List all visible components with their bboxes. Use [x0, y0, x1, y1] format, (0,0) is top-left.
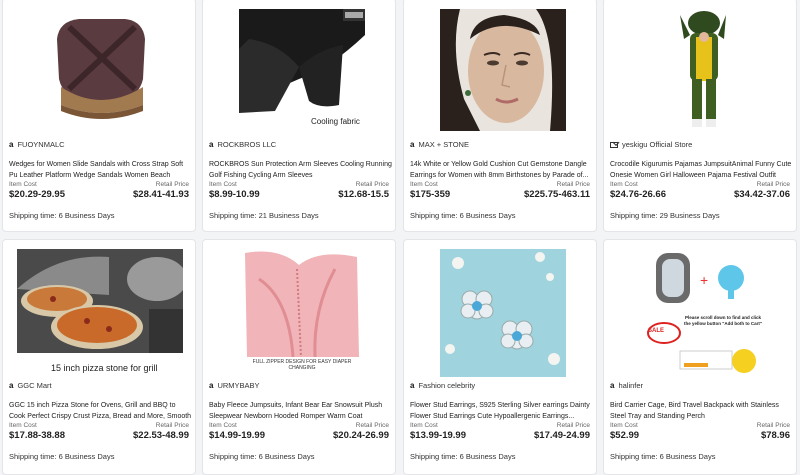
product-card[interactable]: a MAX + STONE 14k White or Yellow Gold C… [403, 0, 597, 232]
retail-price-value: $12.68-15.5 [338, 189, 389, 200]
item-cost-label: Item Cost [209, 181, 237, 188]
product-image[interactable]: Cooling fabric [239, 9, 365, 131]
image-caption: 15 inch pizza stone for grill [51, 363, 158, 373]
item-cost-value: $17.88-38.88 [9, 430, 65, 441]
item-cost-label: Item Cost [610, 422, 638, 429]
store-name: yeskigu Official Store [610, 140, 692, 149]
store-name: a GGC Mart [9, 381, 52, 390]
item-cost-value: $20.29-29.95 [9, 189, 65, 200]
retail-price-label: Retail Price [756, 422, 790, 429]
product-image[interactable] [440, 249, 566, 377]
item-cost-label: Item Cost [410, 181, 438, 188]
shipping-time: Shipping time: 6 Business Days [410, 452, 516, 461]
store-name: a Fashion celebrity [410, 381, 475, 390]
amazon-icon: a [410, 140, 415, 149]
store-label: FUOYNMALC [17, 140, 65, 149]
store-label: GGC Mart [17, 381, 52, 390]
retail-price-value: $78.96 [760, 430, 790, 441]
product-image[interactable] [440, 9, 566, 131]
product-card[interactable]: a Fashion celebrity Flower Stud Earrings… [403, 239, 597, 475]
item-cost-label: Item Cost [410, 422, 438, 429]
retail-price-value: $34.42-37.06 [734, 189, 790, 200]
product-card[interactable]: Cooling fabric a ROCKBROS LLC ROCKBROS S… [202, 0, 396, 232]
item-cost-label: Item Cost [9, 422, 37, 429]
item-cost-value: $52.99 [610, 430, 640, 441]
store-label: Fashion celebrity [418, 381, 476, 390]
store-name: a ROCKBROS LLC [209, 140, 276, 149]
product-title[interactable]: Crocodile Kigurumis Pajamas JumpsuitAnim… [610, 159, 794, 181]
item-cost-value: $8.99-10.99 [209, 189, 260, 200]
product-card[interactable]: a FUOYNMALC Wedges for Women Slide Sanda… [2, 0, 196, 232]
item-cost-label: Item Cost [209, 422, 237, 429]
amazon-icon: a [9, 140, 14, 149]
product-image[interactable] [640, 9, 766, 131]
product-image[interactable] [39, 9, 165, 131]
store-name: a halinfer [610, 381, 643, 390]
product-title[interactable]: Flower Stud Earrings, S925 Sterling Silv… [410, 400, 594, 422]
product-card[interactable]: 15 inch pizza stone for grill a GGC Mart… [2, 239, 196, 475]
mail-icon [610, 141, 618, 148]
product-card[interactable]: yeskigu Official Store Crocodile Kigurum… [603, 0, 797, 232]
retail-price-value: $17.49-24.99 [534, 430, 590, 441]
item-cost-label: Item Cost [9, 181, 37, 188]
store-label: MAX + STONE [418, 140, 469, 149]
item-cost-value: $14.99-19.99 [209, 430, 265, 441]
svg-text:+: + [700, 272, 708, 288]
retail-price-label: Retail Price [756, 181, 790, 188]
amazon-icon: a [209, 381, 214, 390]
store-label: halinfer [618, 381, 644, 390]
product-title[interactable]: Baby Fleece Jumpsuits, Infant Bear Ear S… [209, 400, 393, 422]
retail-price-label: Retail Price [155, 422, 189, 429]
amazon-icon: a [9, 381, 14, 390]
product-grid: a FUOYNMALC Wedges for Women Slide Sanda… [0, 0, 800, 475]
retail-price-label: Retail Price [355, 181, 389, 188]
store-name: a URMYBABY [209, 381, 260, 390]
retail-price-value: $22.53-48.99 [133, 430, 189, 441]
retail-price-label: Retail Price [556, 181, 590, 188]
amazon-icon: a [410, 381, 415, 390]
product-title[interactable]: ROCKBROS Sun Protection Arm Sleeves Cool… [209, 159, 393, 181]
retail-price-label: Retail Price [155, 181, 189, 188]
retail-price-label: Retail Price [556, 422, 590, 429]
image-caption: Cooling fabric [311, 117, 360, 126]
product-image[interactable]: FULL ZIPPER DESIGN FOR EASY DIAPER CHANG… [239, 249, 365, 377]
product-title[interactable]: GGC 15 inch Pizza Stone for Ovens, Grill… [9, 400, 193, 422]
product-image[interactable]: + SALE Please scroll down to find and cl… [640, 249, 766, 377]
item-cost-value: $175-359 [410, 189, 451, 200]
shipping-time: Shipping time: 6 Business Days [610, 452, 716, 461]
image-caption: FULL ZIPPER DESIGN FOR EASY DIAPER CHANG… [252, 359, 352, 371]
item-cost-value: $13.99-19.99 [410, 430, 466, 441]
item-cost-value: $24.76-26.66 [610, 189, 666, 200]
store-name: a MAX + STONE [410, 140, 469, 149]
product-image[interactable]: 15 inch pizza stone for grill [17, 249, 183, 377]
store-label: URMYBABY [217, 381, 260, 390]
product-title[interactable]: Bird Carrier Cage, Bird Travel Backpack … [610, 400, 794, 422]
amazon-icon: a [610, 381, 615, 390]
shipping-time: Shipping time: 21 Business Days [209, 211, 319, 220]
product-card[interactable]: FULL ZIPPER DESIGN FOR EASY DIAPER CHANG… [202, 239, 396, 475]
amazon-icon: a [209, 140, 214, 149]
item-cost-label: Item Cost [610, 181, 638, 188]
shipping-time: Shipping time: 6 Business Days [410, 211, 516, 220]
sale-badge: SALE [648, 328, 665, 334]
retail-price-value: $225.75-463.11 [523, 189, 590, 200]
product-card[interactable]: + SALE Please scroll down to find and cl… [603, 239, 797, 475]
store-name: a FUOYNMALC [9, 140, 65, 149]
retail-price-value: $28.41-41.93 [133, 189, 189, 200]
store-label: yeskigu Official Store [622, 140, 693, 149]
product-title[interactable]: 14k White or Yellow Gold Cushion Cut Gem… [410, 159, 594, 181]
shipping-time: Shipping time: 6 Business Days [9, 452, 115, 461]
store-label: ROCKBROS LLC [217, 140, 277, 149]
shipping-time: Shipping time: 6 Business Days [209, 452, 315, 461]
shipping-time: Shipping time: 6 Business Days [9, 211, 115, 220]
retail-price-label: Retail Price [355, 422, 389, 429]
product-title[interactable]: Wedges for Women Slide Sandals with Cros… [9, 159, 193, 181]
image-caption: Please scroll down to find and click the… [683, 315, 762, 326]
retail-price-value: $20.24-26.99 [333, 430, 389, 441]
shipping-time: Shipping time: 29 Business Days [610, 211, 720, 220]
